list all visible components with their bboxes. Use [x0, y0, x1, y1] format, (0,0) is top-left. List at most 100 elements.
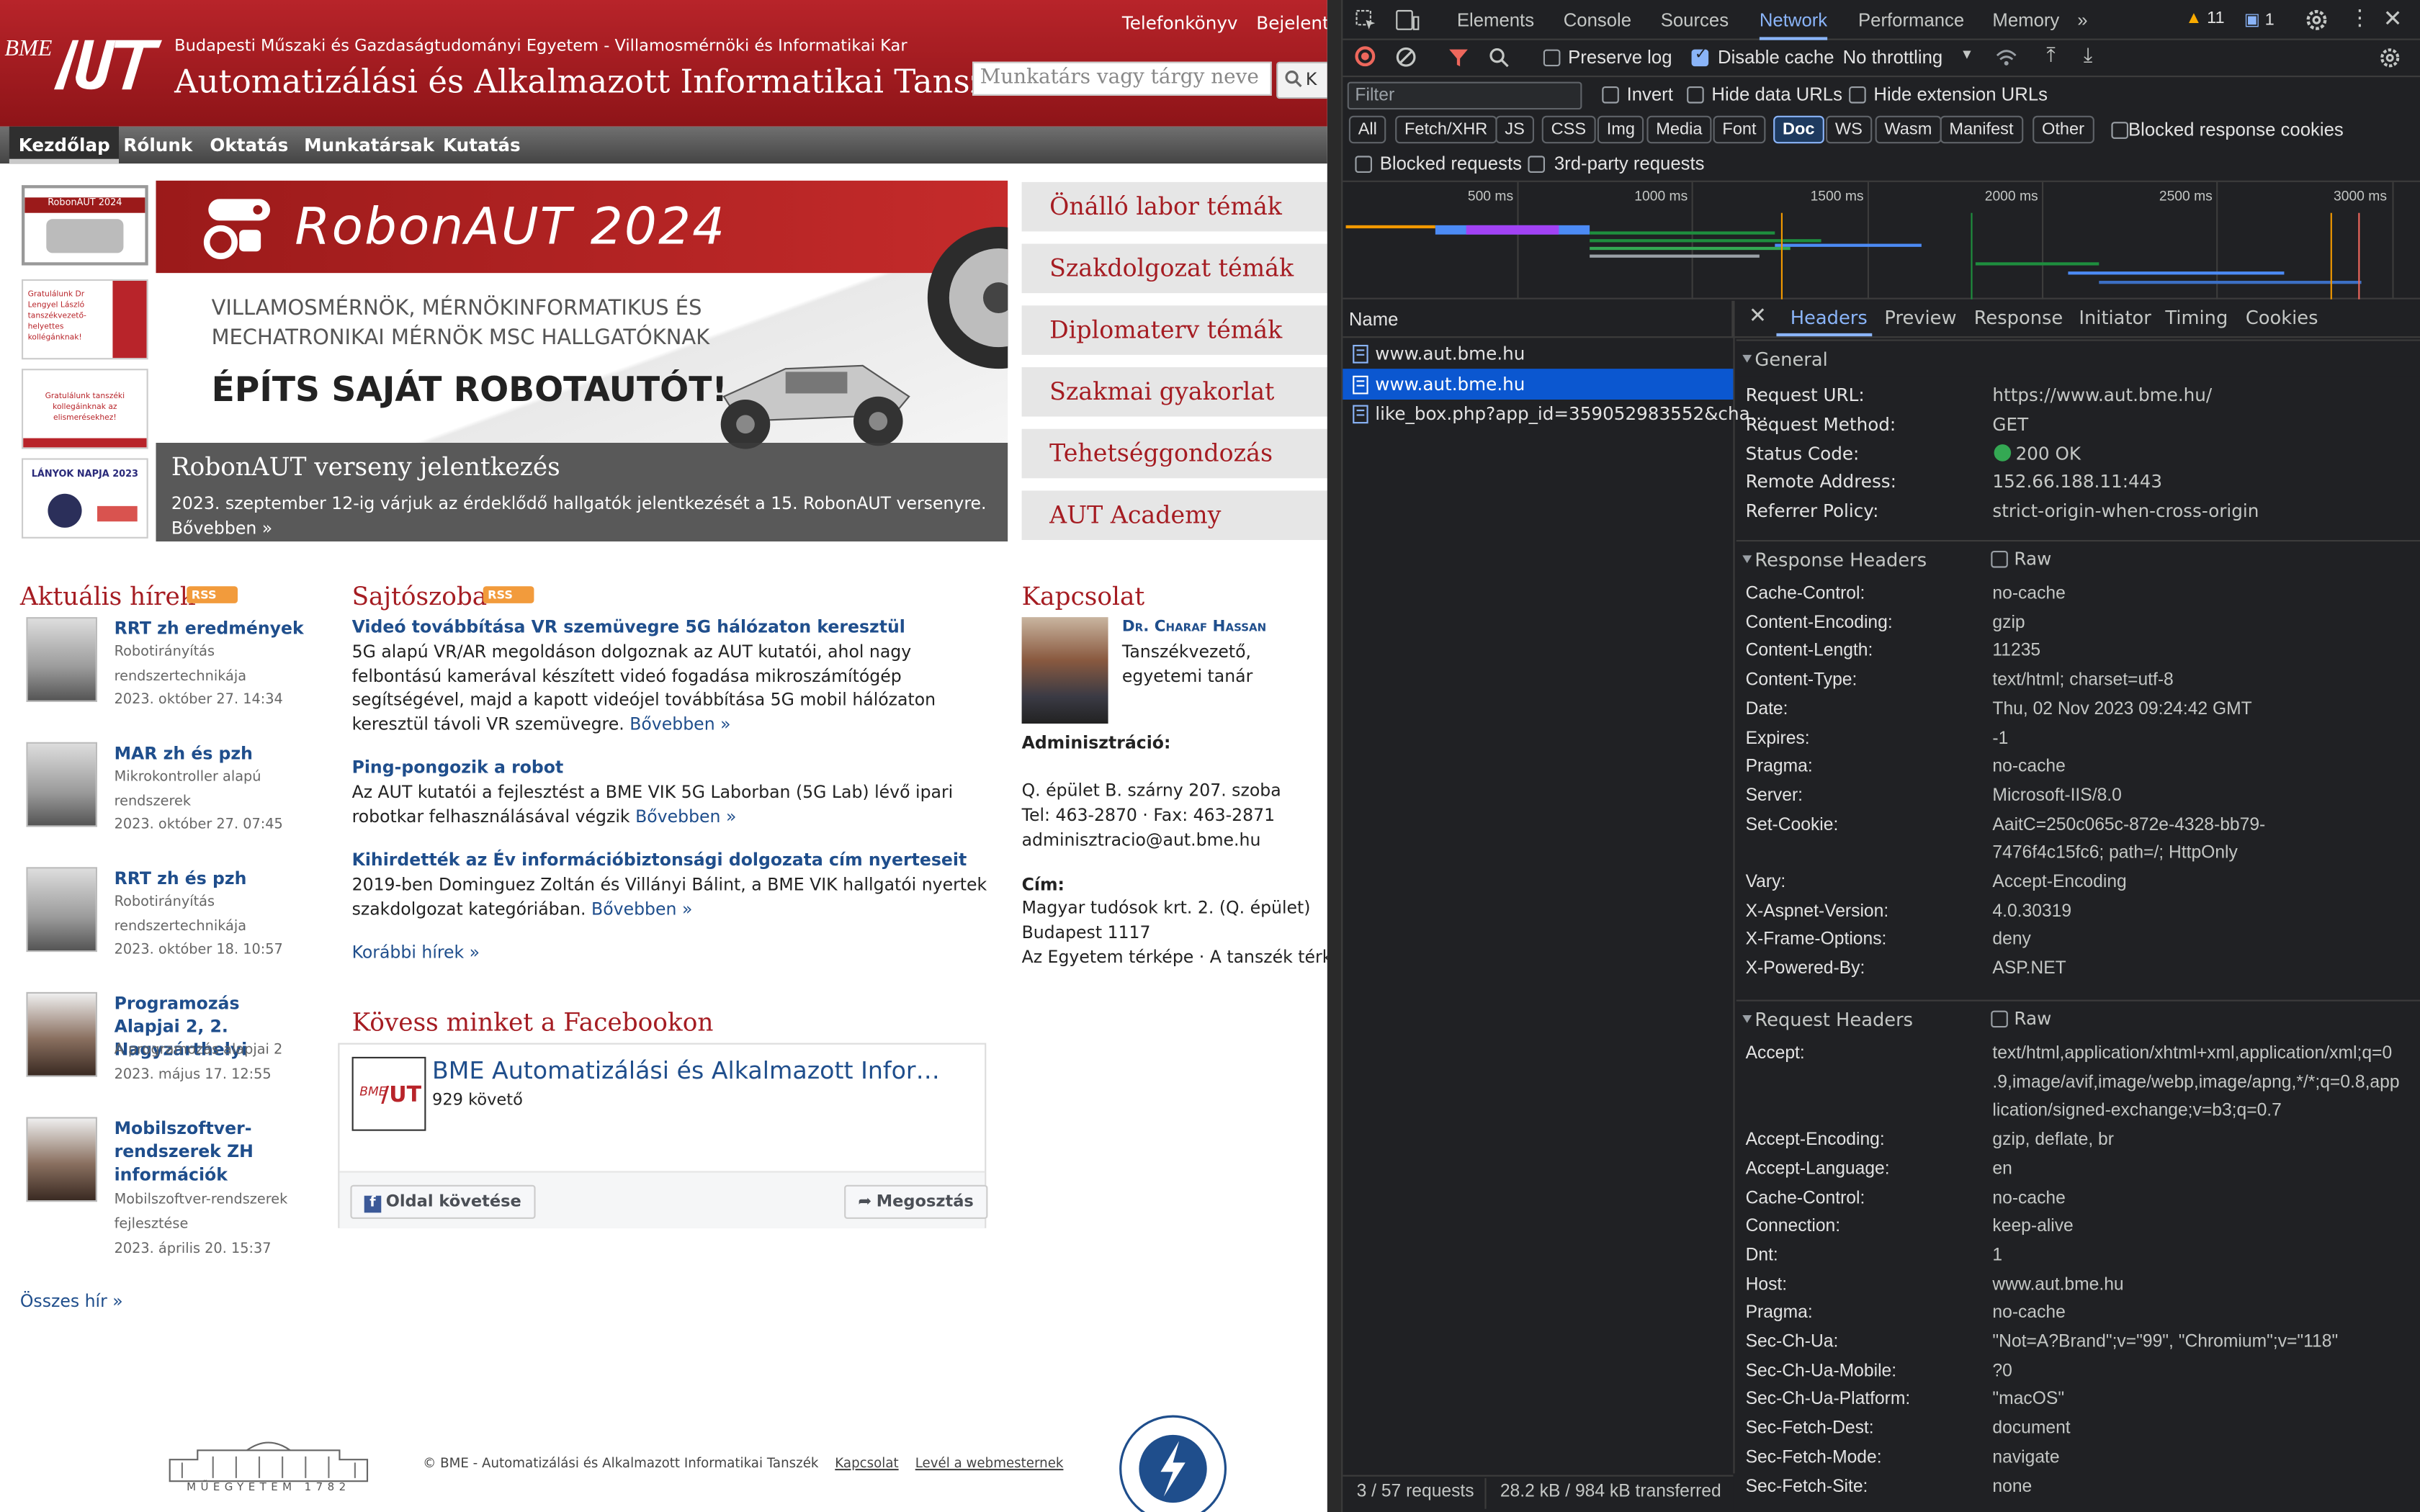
press-item-title[interactable]: Videó továbbítása VR szemüvegre 5G hálóz… — [352, 617, 905, 637]
banner-more-link[interactable]: Bővebben » — [171, 517, 272, 541]
filter-manifest[interactable]: Manifest — [1940, 115, 2023, 144]
older-news-link[interactable]: Korábbi hírek » — [352, 942, 480, 963]
preserve-log-checkbox[interactable] — [1543, 49, 1561, 67]
tab-sources[interactable]: Sources — [1661, 0, 1729, 40]
nav-home[interactable]: Kezdőlap — [9, 126, 120, 164]
clear-icon[interactable] — [1395, 46, 1417, 68]
blocked-response-cookies-checkbox[interactable] — [2111, 122, 2128, 139]
settings-gear-icon[interactable] — [2304, 8, 2329, 32]
quick-link-internship[interactable]: Szakmai gyakorlat — [1021, 366, 1327, 417]
news-item-title[interactable]: MAR zh és pzh — [115, 742, 308, 765]
filter-doc[interactable]: Doc — [1773, 115, 1824, 144]
admin-email-link[interactable]: adminisztracio@aut.bme.hu — [1022, 829, 1261, 853]
quick-link-talent[interactable]: Tehetséggondozás — [1021, 428, 1327, 479]
contact-section-title[interactable]: Kapcsolat — [1022, 582, 1145, 611]
hide-extension-urls-checkbox[interactable] — [1849, 86, 1866, 104]
department-head-name[interactable]: Dr. Charaf Hassan — [1122, 618, 1266, 636]
filter-js[interactable]: JS — [1495, 115, 1534, 144]
blocked-requests-checkbox[interactable] — [1355, 156, 1372, 173]
filter-fetch-xhr[interactable]: Fetch/XHR — [1395, 115, 1497, 144]
pane-divider[interactable] — [1733, 300, 1735, 1474]
quick-link-independent-lab[interactable]: Önálló labor témák — [1021, 181, 1327, 232]
quick-link-thesis[interactable]: Szakdolgozat témák — [1021, 243, 1327, 294]
details-tab-preview[interactable]: Preview — [1884, 307, 1956, 328]
record-button[interactable] — [1355, 46, 1376, 67]
press-more-link[interactable]: Bővebben » — [629, 714, 730, 734]
more-options-icon[interactable]: ⋮ — [2349, 4, 2370, 30]
facebook-share-button[interactable]: ➦ Megosztás — [844, 1184, 988, 1219]
filter-css[interactable]: CSS — [1541, 115, 1595, 144]
tab-console[interactable]: Console — [1564, 0, 1631, 40]
bme-aut-logo[interactable]: BME — [4, 31, 165, 99]
raw-request-checkbox[interactable] — [1991, 1010, 2008, 1028]
chevron-down-icon[interactable]: ▼ — [1960, 46, 1973, 61]
quick-link-diploma[interactable]: Diplomaterv témák — [1021, 305, 1327, 355]
throttling-select[interactable]: No throttling — [1843, 46, 1943, 68]
filter-ws[interactable]: WS — [1826, 115, 1872, 144]
close-details-icon[interactable]: ✕ — [1749, 304, 1767, 328]
details-tab-headers[interactable]: Headers — [1791, 307, 1868, 328]
facebook-page-name[interactable]: BME Automatizálási és Alkalmazott Infor… — [432, 1057, 940, 1085]
carousel-thumb-girls-day[interactable]: LÁNYOK NAPJA 2023 — [22, 458, 148, 539]
map-links[interactable]: Az Egyetem térképe · A tanszék térké — [1022, 946, 1327, 971]
hide-data-urls-checkbox[interactable] — [1687, 86, 1704, 104]
news-rss-icon[interactable]: RSS — [187, 586, 238, 603]
phonebook-link[interactable]: Telefonkönyv — [1122, 12, 1238, 34]
nav-research[interactable]: Kutatás — [443, 127, 521, 163]
news-item-title[interactable]: RRT zh eredmények — [115, 617, 308, 640]
filter-media[interactable]: Media — [1646, 115, 1712, 144]
invert-checkbox[interactable] — [1602, 86, 1619, 104]
disable-cache-checkbox[interactable]: ✓ — [1691, 46, 1709, 67]
name-column-header[interactable]: Name — [1349, 309, 1399, 330]
search-icon[interactable] — [1488, 46, 1510, 68]
response-headers-section-header[interactable]: Response Headers — [1736, 540, 2420, 577]
site-search-button[interactable]: K — [1276, 61, 1327, 99]
hero-banner[interactable]: RobonAUT 2024 VILLAMOSMÉRNÖK, MÉRNÖKINFO… — [156, 180, 1008, 542]
general-section-header[interactable]: General — [1736, 339, 2420, 377]
nav-staff[interactable]: Munkatársak — [304, 127, 434, 163]
import-har-icon[interactable]: ⤒ — [2046, 43, 2055, 68]
press-item-title[interactable]: Ping-pongozik a robot — [352, 757, 564, 778]
footer-contact-link[interactable]: Kapcsolat — [835, 1457, 898, 1472]
third-party-requests-checkbox[interactable] — [1528, 156, 1545, 173]
quick-link-academy[interactable]: AUT Academy — [1021, 490, 1327, 540]
filter-img[interactable]: Img — [1597, 115, 1644, 144]
request-headers-section-header[interactable]: Request Headers — [1736, 999, 2420, 1037]
all-news-link[interactable]: Összes hír » — [20, 1292, 123, 1312]
press-item-title[interactable]: Kihirdették az Év információbiztonsági d… — [352, 850, 967, 870]
export-har-icon[interactable]: ⤓ — [2084, 43, 2092, 68]
details-tab-timing[interactable]: Timing — [2165, 307, 2228, 328]
network-settings-icon[interactable] — [2378, 46, 2401, 69]
warnings-counter[interactable]: ▲ 11 — [2185, 9, 2224, 28]
inspect-element-icon[interactable] — [1355, 9, 1376, 31]
details-tab-cookies[interactable]: Cookies — [2246, 307, 2318, 328]
raw-response-checkbox[interactable] — [1991, 551, 2008, 568]
filter-font[interactable]: Font — [1713, 115, 1766, 144]
nav-about[interactable]: Rólunk — [123, 127, 192, 163]
nav-education[interactable]: Oktatás — [210, 127, 288, 163]
details-tab-initiator[interactable]: Initiator — [2079, 307, 2151, 328]
tab-network[interactable]: Network — [1759, 0, 1828, 40]
press-more-link[interactable]: Bővebben » — [591, 899, 692, 919]
tab-memory[interactable]: Memory — [1992, 0, 2059, 40]
more-tabs-icon[interactable]: » — [2077, 0, 2087, 40]
department-title[interactable]: Automatizálási és Alkalmazott Informatik… — [174, 63, 1026, 100]
carousel-thumb-robonaut[interactable]: RobonAUT 2024 — [22, 185, 148, 266]
press-rss-icon[interactable]: RSS — [483, 586, 534, 603]
network-conditions-icon[interactable] — [1994, 46, 2019, 68]
banner-caption-title[interactable]: RobonAUT verseny jelentkezés — [171, 452, 560, 482]
request-row[interactable]: like_box.php?app_id=359052983552&cha… — [1375, 398, 1767, 429]
footer-webmaster-link[interactable]: Levél a webmesternek — [915, 1457, 1064, 1472]
close-devtools-icon[interactable]: ✕ — [2383, 4, 2403, 32]
news-item-title[interactable]: Mobilszoftver-rendszerek ZH információk — [115, 1117, 308, 1186]
filter-icon[interactable] — [1448, 48, 1469, 68]
filter-other[interactable]: Other — [2033, 115, 2094, 144]
request-row-selected[interactable]: www.aut.bme.hu — [1375, 369, 1525, 400]
news-item-title[interactable]: RRT zh és pzh — [115, 867, 308, 890]
carousel-thumb-congrats-1[interactable]: Gratulálunk Dr Lengyel László tanszékvez… — [22, 279, 148, 360]
device-toolbar-icon[interactable] — [1395, 9, 1420, 31]
press-section-title[interactable]: Sajtószoba — [352, 582, 488, 611]
tab-performance[interactable]: Performance — [1858, 0, 1964, 40]
details-tab-response[interactable]: Response — [1974, 307, 2063, 328]
filter-all[interactable]: All — [1348, 115, 1386, 144]
